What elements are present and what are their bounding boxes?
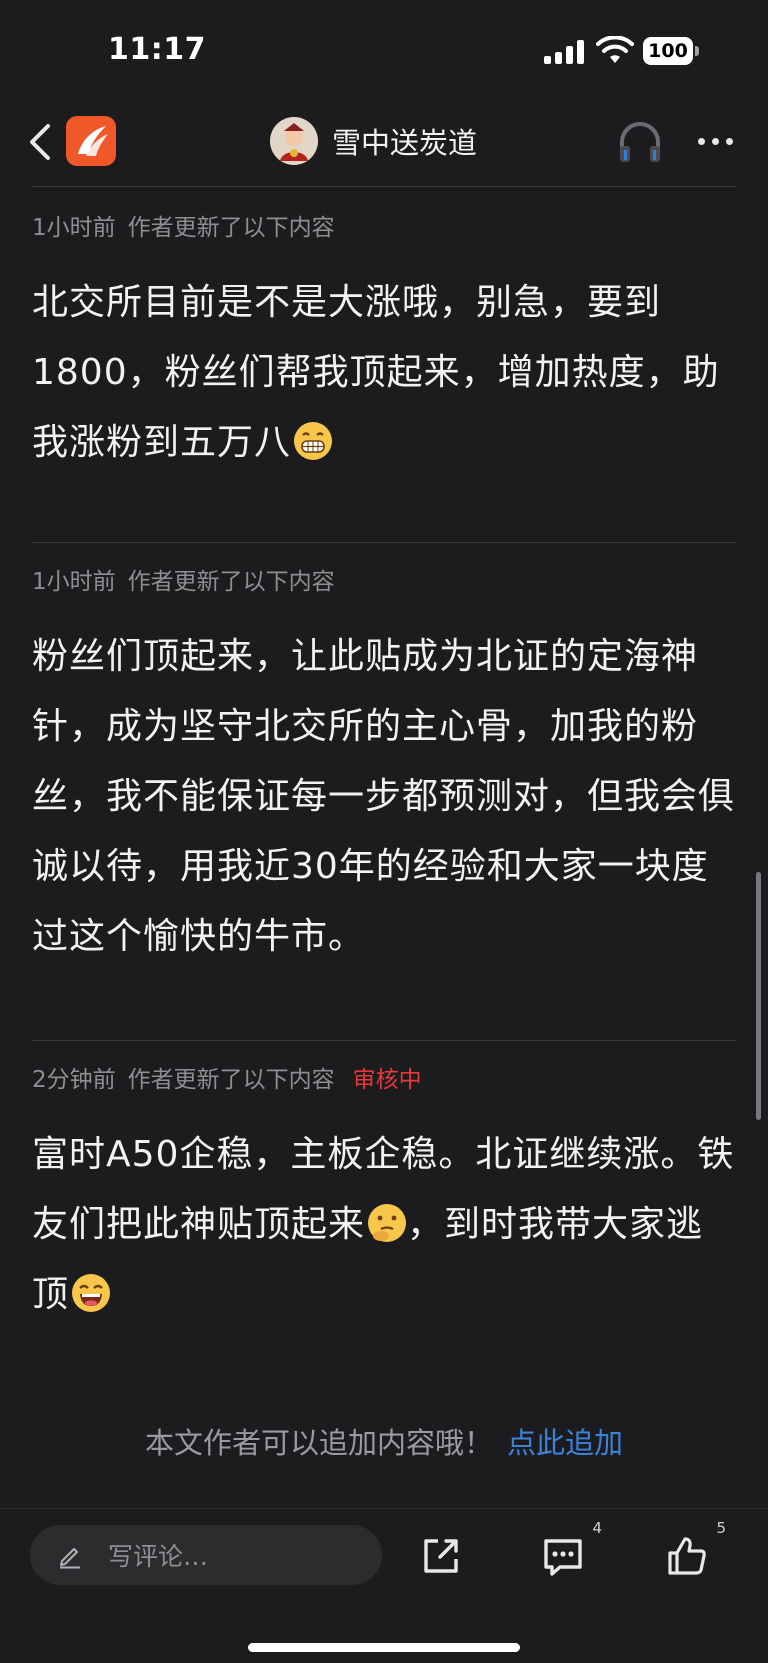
battery-icon: 100 (643, 37, 699, 65)
update-divider (32, 1040, 736, 1041)
append-row: 本文作者可以追加内容哦！ 点此追加 (0, 1420, 768, 1462)
status-bar: 11:17 100 (0, 0, 768, 100)
update-text: 粉丝们顶起来，让此贴成为北证的定海神针，成为坚守北交所的主心骨，加我的粉丝，我不… (32, 636, 736, 957)
update-text: 北交所目前是不是大涨哦，别急，要到1800，粉丝们帮我顶起来，增加热度，助我涨粉… (32, 282, 720, 463)
update-label: 作者更新了以下内容 (127, 569, 335, 595)
cellular-signal-icon (544, 40, 586, 64)
comment-placeholder: 写评论… (108, 1542, 209, 1571)
avatar[interactable] (270, 117, 318, 165)
update-meta: 2分钟前 作者更新了以下内容 审核中 (32, 1060, 736, 1094)
headphone-icon[interactable] (616, 118, 664, 164)
share-icon[interactable] (418, 1533, 464, 1579)
laughing-emoji-icon (72, 1274, 111, 1312)
update-item: 2分钟前 作者更新了以下内容 审核中 富时A50企稳，主板企稳。北证继续涨。铁友… (32, 1060, 736, 1330)
update-divider (32, 542, 736, 543)
more-options-icon[interactable] (698, 138, 734, 148)
battery-level: 100 (643, 37, 693, 65)
home-indicator (248, 1643, 520, 1652)
update-item: 1小时前 作者更新了以下内容 北交所目前是不是大涨哦，别急，要到1800，粉丝们… (32, 208, 736, 478)
scrollbar[interactable] (756, 872, 761, 1120)
append-prompt: 本文作者可以追加内容哦！ (144, 1426, 493, 1460)
pencil-icon (60, 1548, 80, 1569)
nav-title: 雪中送炭道 (332, 126, 478, 160)
back-arrow-icon[interactable] (26, 122, 54, 162)
update-text: 富时A50企稳，主板企稳。北证继续涨。铁友们把此神贴顶起来 ，到时我带大家逃顶 (32, 1134, 735, 1315)
update-label: 作者更新了以下内容 (127, 1067, 335, 1093)
status-time: 11:17 (108, 32, 206, 67)
comment-count: 4 (592, 1519, 602, 1537)
comment-bubble-icon (544, 1539, 582, 1576)
screen: 11:17 100 雪中送炭道 1小时前 作者更新了以下内容 北交所目前是不是大… (0, 0, 768, 1663)
like-button[interactable]: 5 (664, 1519, 726, 1579)
nav-bar: 雪中送炭道 (0, 100, 768, 186)
update-time: 1小时前 (32, 215, 116, 241)
grinning-teeth-emoji-icon (294, 422, 333, 460)
comment-input[interactable]: 写评论… (30, 1525, 382, 1585)
author-header[interactable]: 雪中送炭道 (270, 116, 477, 166)
app-logo-icon[interactable] (66, 116, 116, 166)
review-status-badge: 审核中 (352, 1067, 422, 1093)
wifi-icon (596, 36, 634, 63)
update-meta: 1小时前 作者更新了以下内容 (32, 208, 736, 242)
bottom-bar: 写评论… 4 5 (0, 1508, 768, 1663)
comment-button[interactable]: 4 (540, 1519, 602, 1579)
update-label: 作者更新了以下内容 (127, 215, 335, 241)
like-count: 5 (716, 1519, 726, 1537)
thinking-emoji-icon (368, 1204, 407, 1242)
thumbs-up-icon (668, 1537, 706, 1575)
update-time: 2分钟前 (32, 1067, 116, 1093)
update-meta: 1小时前 作者更新了以下内容 (32, 562, 736, 596)
append-link[interactable]: 点此追加 (507, 1426, 623, 1460)
update-item: 1小时前 作者更新了以下内容 粉丝们顶起来，让此贴成为北证的定海神针，成为坚守北… (32, 562, 736, 972)
update-time: 1小时前 (32, 569, 116, 595)
nav-divider (32, 186, 736, 187)
